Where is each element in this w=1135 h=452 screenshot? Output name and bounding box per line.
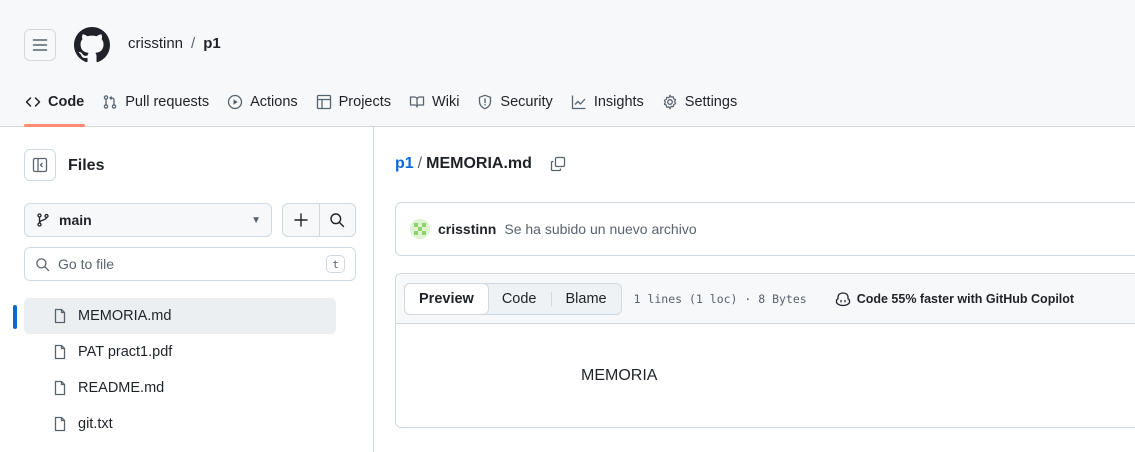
file-item-pat-pract1[interactable]: PAT pract1.pdf [24, 334, 336, 370]
repo-name-link[interactable]: p1 [203, 35, 221, 52]
identicon-icon [410, 219, 430, 239]
breadcrumb-separator: / [417, 155, 423, 172]
avatar[interactable] [410, 219, 430, 239]
go-to-file-input[interactable]: Go to file t [24, 247, 356, 281]
file-name: PAT pract1.pdf [78, 344, 173, 360]
latest-commit-box: crisstinn Se ha subido un nuevo archivo [395, 202, 1135, 256]
file-icon [54, 308, 66, 324]
tab-projects[interactable]: Projects [307, 84, 400, 120]
file-icon [54, 344, 66, 360]
branch-selector[interactable]: main ▼ [24, 203, 272, 237]
view-mode-toggle: Preview Code Blame [404, 282, 622, 315]
path-separator: / [191, 35, 196, 52]
caret-down-icon: ▼ [251, 214, 261, 226]
copy-path-button[interactable] [550, 156, 566, 172]
file-item-readme[interactable]: README.md [24, 370, 336, 406]
go-to-file-placeholder: Go to file [58, 256, 115, 272]
tab-code-view[interactable]: Code [488, 284, 551, 314]
plus-icon [294, 213, 308, 227]
tab-label: Wiki [432, 94, 460, 110]
tab-wiki[interactable]: Wiki [400, 84, 468, 120]
tab-code[interactable]: Code [16, 84, 93, 127]
tab-label: Actions [250, 94, 298, 110]
branch-name: main [59, 212, 92, 228]
sidebar-title: Files [68, 157, 105, 174]
selected-file-indicator [13, 305, 17, 329]
repo-header: crisstinn / p1 Code Pull requests Action… [0, 0, 1135, 127]
file-item-memoria[interactable]: MEMORIA.md [24, 298, 336, 334]
tab-label: Settings [684, 94, 738, 110]
tab-label: Pull requests [125, 94, 210, 110]
tab-blame[interactable]: Blame [552, 284, 621, 314]
sidebar-collapse-icon [32, 157, 48, 173]
breadcrumb-file-name: MEMORIA.md [426, 155, 532, 172]
commit-author-link[interactable]: crisstinn [438, 221, 496, 237]
file-tree-sidebar: Files main ▼ Go to file t MEMORIA.md PAT… [0, 127, 374, 452]
code-icon [25, 97, 41, 107]
breadcrumb-repo-link[interactable]: p1 [395, 155, 414, 173]
tab-security[interactable]: Security [468, 84, 561, 120]
tab-label: Security [500, 94, 553, 110]
file-meta-info: 1 lines (1 loc) · 8 Bytes [633, 291, 807, 306]
repo-path: crisstinn / p1 [128, 35, 221, 52]
add-file-button[interactable] [283, 204, 319, 236]
git-pull-request-icon [104, 95, 117, 109]
copilot-promo-link[interactable]: Code 55% faster with GitHub Copilot [835, 291, 1074, 307]
file-name: MEMORIA.md [78, 308, 172, 324]
search-icon [330, 213, 345, 228]
tab-settings[interactable]: Settings [653, 84, 746, 120]
copy-icon [550, 156, 566, 172]
repo-nav-tabs: Code Pull requests Actions Projects Wiki… [16, 82, 746, 127]
file-item-git-txt[interactable]: git.txt [24, 406, 336, 442]
file-icon [54, 380, 66, 396]
book-icon [409, 96, 425, 108]
file-list: MEMORIA.md PAT pract1.pdf README.md git.… [24, 298, 336, 442]
github-logo-icon[interactable] [74, 27, 110, 63]
file-name: README.md [78, 380, 165, 396]
play-icon [227, 94, 243, 110]
tab-label: Insights [593, 94, 644, 110]
markdown-preview: MEMORIA [396, 324, 1135, 428]
table-icon [316, 94, 331, 110]
menu-button[interactable] [24, 29, 56, 61]
collapse-sidebar-button[interactable] [24, 149, 56, 181]
commit-message-link[interactable]: Se ha subido un nuevo archivo [504, 221, 696, 237]
markdown-content: MEMORIA [581, 367, 658, 384]
gear-icon [663, 94, 676, 110]
git-branch-icon [37, 213, 49, 227]
tab-label: Projects [338, 94, 392, 110]
breadcrumb: p1 / MEMORIA.md [395, 155, 566, 173]
file-viewer-header: Preview Code Blame 1 lines (1 loc) · 8 B… [396, 274, 1135, 324]
tab-preview[interactable]: Preview [404, 282, 489, 315]
file-name: git.txt [78, 416, 113, 432]
shield-icon [479, 94, 492, 110]
copilot-promo-text: Code 55% faster with GitHub Copilot [856, 291, 1075, 306]
repo-owner-link[interactable]: crisstinn [128, 35, 183, 52]
tab-actions[interactable]: Actions [218, 84, 307, 120]
search-code-button[interactable] [318, 204, 356, 236]
hamburger-icon [32, 39, 48, 51]
file-viewer: Preview Code Blame 1 lines (1 loc) · 8 B… [395, 273, 1135, 428]
file-icon [54, 416, 66, 432]
tab-pull-requests[interactable]: Pull requests [93, 84, 218, 120]
tab-label: Code [48, 94, 85, 110]
tab-insights[interactable]: Insights [562, 84, 653, 120]
keyboard-shortcut-hint: t [326, 255, 345, 273]
copilot-icon [835, 291, 850, 306]
file-actions-group [282, 203, 356, 237]
search-icon [36, 257, 50, 271]
graph-icon [571, 95, 586, 110]
